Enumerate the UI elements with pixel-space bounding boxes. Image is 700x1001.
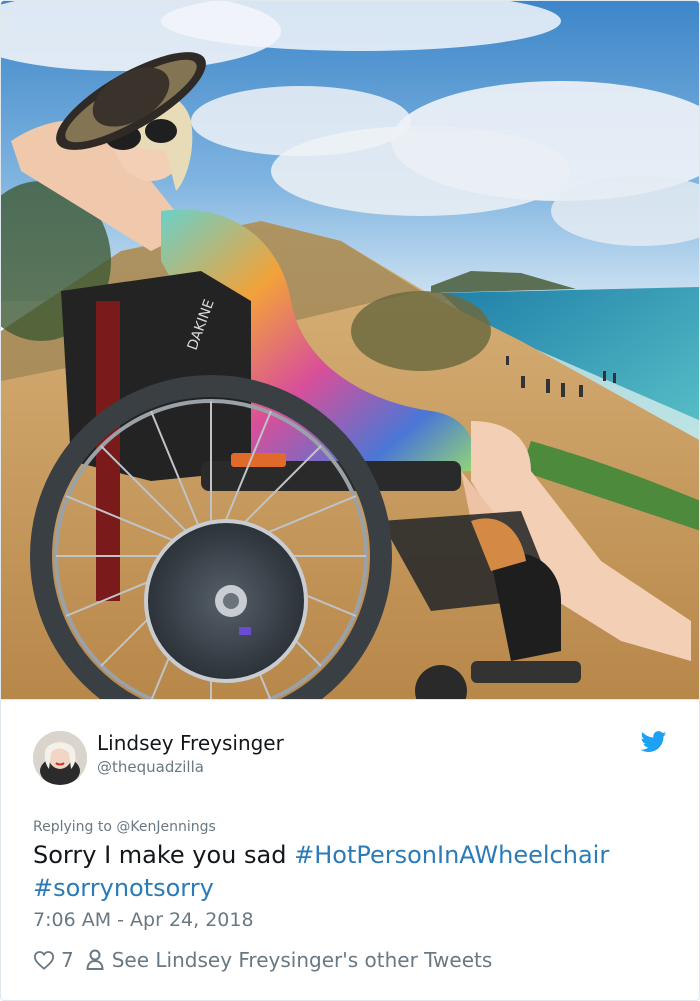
- tweet-actions: 7 See Lindsey Freysinger's other Tweets: [33, 945, 492, 975]
- tweet-timestamp[interactable]: 7:06 AM - Apr 24, 2018: [33, 909, 254, 931]
- twitter-bird-icon[interactable]: [640, 731, 667, 753]
- beach-wheelchair-photo: DAKINE: [1, 1, 699, 699]
- see-other-tweets-link[interactable]: See Lindsey Freysinger's other Tweets: [112, 948, 493, 972]
- person-icon: [86, 949, 104, 971]
- replying-to-line: Replying to @KenJennings: [33, 819, 216, 835]
- hashtag-link[interactable]: #sorrynotsorry: [33, 874, 214, 902]
- tweet-text: Sorry I make you sad #HotPersonInAWheelc…: [33, 839, 673, 905]
- photo-divider: [1, 699, 699, 700]
- author-handle[interactable]: @thequadzilla: [97, 758, 204, 776]
- tweet-photo[interactable]: DAKINE: [1, 1, 699, 699]
- embedded-tweet-card: DAKINE Lindsey Freysinger @thequadzilla …: [0, 0, 700, 1001]
- tweet-text-plain: Sorry I make you sad: [33, 841, 287, 869]
- replying-to-prefix: Replying to: [33, 819, 112, 835]
- like-count[interactable]: 7: [61, 948, 74, 972]
- heart-icon[interactable]: [33, 950, 55, 970]
- avatar[interactable]: [33, 731, 87, 785]
- hashtag-link[interactable]: #HotPersonInAWheelchair: [294, 841, 609, 869]
- avatar-image: [33, 731, 87, 785]
- author-name[interactable]: Lindsey Freysinger: [97, 731, 284, 755]
- replying-to-mention[interactable]: @KenJennings: [116, 819, 215, 835]
